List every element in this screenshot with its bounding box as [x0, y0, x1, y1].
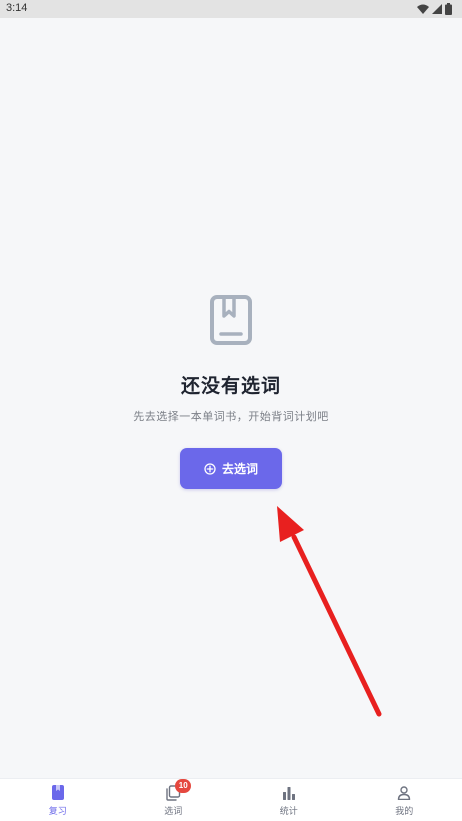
empty-state-subtitle: 先去选择一本单词书，开始背词计划吧 — [133, 410, 329, 423]
status-time: 3:14 — [6, 2, 28, 14]
bar-chart-icon — [281, 785, 297, 801]
go-select-words-label: 去选词 — [221, 462, 258, 476]
nav-item-profile[interactable]: 我的 — [347, 779, 462, 821]
wifi-icon — [417, 4, 429, 14]
book-icon — [50, 785, 66, 801]
battery-icon — [445, 3, 452, 15]
bottom-nav: 复习 10 选词 统计 我的 — [0, 778, 462, 821]
nav-item-stats[interactable]: 统计 — [231, 779, 347, 821]
nav-item-review[interactable]: 复习 — [0, 779, 116, 821]
nav-label-profile: 我的 — [395, 806, 414, 817]
book-bookmark-icon — [209, 294, 253, 346]
nav-item-select-words[interactable]: 10 选词 — [116, 778, 232, 821]
nav-label-stats: 统计 — [279, 806, 298, 817]
empty-state-title: 还没有选词 — [180, 375, 281, 397]
nav-label-review: 复习 — [48, 806, 67, 817]
app-screen: 3:14 还没有选词 先去选择一本单词书，开始背词计划吧 去选词 复习 10 选… — [0, 0, 462, 821]
plus-circle-icon — [204, 462, 216, 475]
cards-icon: 10 — [165, 778, 192, 801]
status-icons — [417, 3, 452, 15]
notification-badge: 10 — [175, 778, 192, 793]
signal-icon — [432, 4, 442, 14]
status-bar: 3:14 — [0, 0, 462, 18]
user-icon — [396, 785, 412, 801]
go-select-words-button[interactable]: 去选词 — [180, 448, 282, 489]
nav-label-select-words: 选词 — [164, 806, 183, 817]
